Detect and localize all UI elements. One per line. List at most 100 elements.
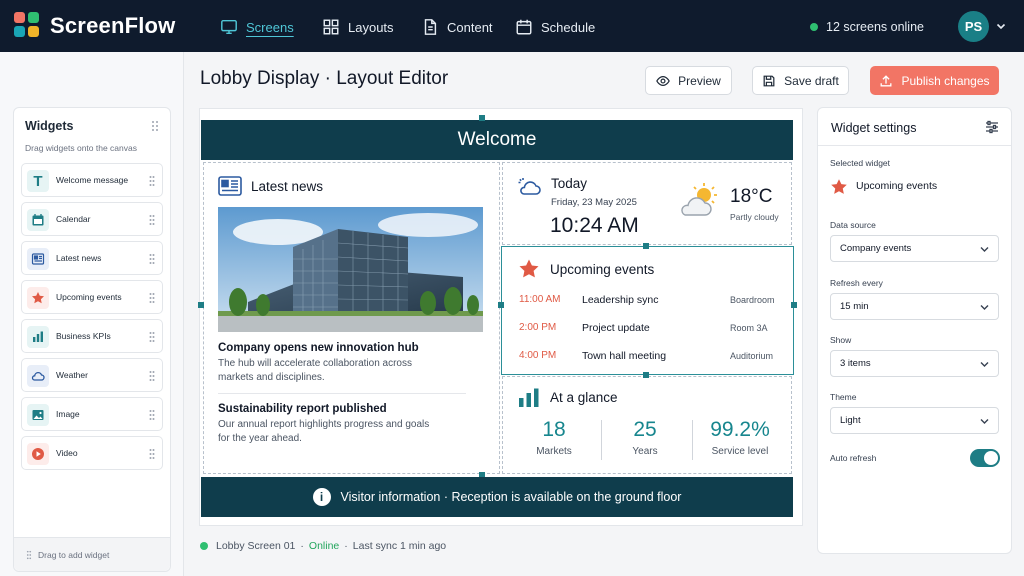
widget-item-image[interactable]: Image [21,397,163,431]
widget-item-news[interactable]: Latest news [21,241,163,275]
today-condition: Partly cloudy [730,212,779,222]
field-label: Theme [830,392,857,402]
visitor-info-text: Visitor information · Reception is avail… [340,490,682,504]
kpi-value: 99.2% [710,418,770,441]
drag-handle-icon[interactable] [149,292,155,304]
event-time: 4:00 PM [519,350,557,361]
drag-handle-icon[interactable] [149,448,155,460]
show-items-value: 3 items [840,358,871,369]
widgets-title: Widgets [25,119,74,133]
star-icon [27,287,49,309]
user-avatar[interactable]: PS [958,11,989,42]
chevron-down-icon [980,247,989,252]
visitor-info-banner[interactable]: i Visitor information · Reception is ava… [201,477,793,517]
event-time: 11:00 AM [519,294,561,305]
kpi-label: Markets [536,446,572,457]
drag-handle-icon[interactable] [149,214,155,226]
screen-state: Online [308,540,340,552]
nav-screens[interactable]: Screens [220,16,294,38]
widget-item-events[interactable]: Upcoming events [21,280,163,314]
grid-icon [323,19,339,35]
drag-handle-icon[interactable] [149,370,155,382]
auto-refresh-toggle[interactable] [970,449,1000,467]
kpi-label: Years [632,446,658,457]
drag-handle-icon[interactable] [149,175,155,187]
news-divider [218,393,466,394]
field-label: Data source [830,220,876,230]
resize-handle[interactable] [643,372,649,378]
nav-schedule[interactable]: Schedule [515,16,595,38]
image-icon [27,404,49,426]
news-icon [218,176,242,196]
theme-select[interactable]: Light [830,407,999,434]
news-headline: Company opens new innovation hub [218,342,419,354]
app-name: ScreenFlow [50,13,176,38]
screen-status: Lobby Screen 01 · Online · Last sync 1 m… [200,540,446,552]
today-temp: 18°C [730,186,773,207]
glance-title: At a glance [550,390,618,405]
chevron-down-icon[interactable] [996,21,1006,31]
data-source-select[interactable]: Company events [830,235,999,262]
event-name: Leadership sync [582,294,659,306]
widget-item-kpis[interactable]: Business KPIs [21,319,163,353]
nav-content-label: Content [447,19,493,35]
refresh-select[interactable]: 15 min [830,293,999,320]
save-draft-label: Save draft [784,73,839,88]
resize-handle[interactable] [479,115,485,121]
monitor-icon [221,19,237,35]
kpi-value: 25 [633,418,657,441]
news-body: Our annual report highlights progress an… [218,419,430,444]
widget-label: Welcome message [56,175,129,185]
show-items-select[interactable]: 3 items [830,350,999,377]
resize-handle[interactable] [198,302,204,308]
resize-handle[interactable] [498,302,504,308]
last-sync: Last sync 1 min ago [352,540,447,552]
nav-screens-label: Screens [246,19,294,35]
resize-handle[interactable] [643,243,649,249]
drag-handle-icon[interactable] [149,253,155,265]
online-count: 12 screens online [826,20,924,34]
preview-label: Preview [678,73,721,88]
text-icon: T [27,170,49,192]
drag-hint: Drag to add widget [38,549,110,560]
chevron-down-icon [980,419,989,424]
drag-to-add-zone[interactable]: Drag to add widget [14,537,170,571]
kpi-divider [692,420,693,460]
info-icon: i [312,488,331,506]
selected-widget-name: Upcoming events [856,180,938,192]
event-room: Boardroom [730,295,775,305]
nav-layouts[interactable]: Layouts [322,16,394,38]
weather-icon [518,178,541,195]
auto-refresh-label: Auto refresh [830,453,877,463]
status-separator: · [344,540,348,552]
welcome-banner[interactable]: Welcome [201,120,793,160]
nav-layouts-label: Layouts [348,19,394,35]
widget-item-calendar[interactable]: Calendar [21,202,163,236]
bar-chart-icon [519,388,539,407]
event-name: Project update [582,322,650,334]
save-draft-button[interactable]: Save draft [752,66,849,95]
nav-content[interactable]: Content [421,16,493,38]
online-dot-icon [810,23,818,31]
widget-item-welcome[interactable]: T Welcome message [21,163,163,197]
settings-title: Widget settings [831,121,917,135]
resize-handle[interactable] [791,302,797,308]
news-icon [27,248,49,270]
drag-handle-icon[interactable] [149,331,155,343]
sliders-icon[interactable] [985,120,999,134]
widget-item-video[interactable]: Video [21,436,163,470]
publish-button[interactable]: Publish changes [870,66,999,95]
star-icon [831,179,847,194]
settings-divider [818,145,1011,146]
widget-label: Calendar [56,214,91,224]
chevron-down-icon [980,305,989,310]
preview-button[interactable]: Preview [645,66,732,95]
widget-label: Weather [56,370,88,380]
bar-chart-icon [27,326,49,348]
widget-item-weather[interactable]: Weather [21,358,163,392]
event-room: Auditorium [730,351,774,361]
save-icon [763,75,775,86]
play-icon [27,443,49,465]
drag-handle-icon[interactable] [149,409,155,421]
today-date: Friday, 23 May 2025 [551,197,637,208]
